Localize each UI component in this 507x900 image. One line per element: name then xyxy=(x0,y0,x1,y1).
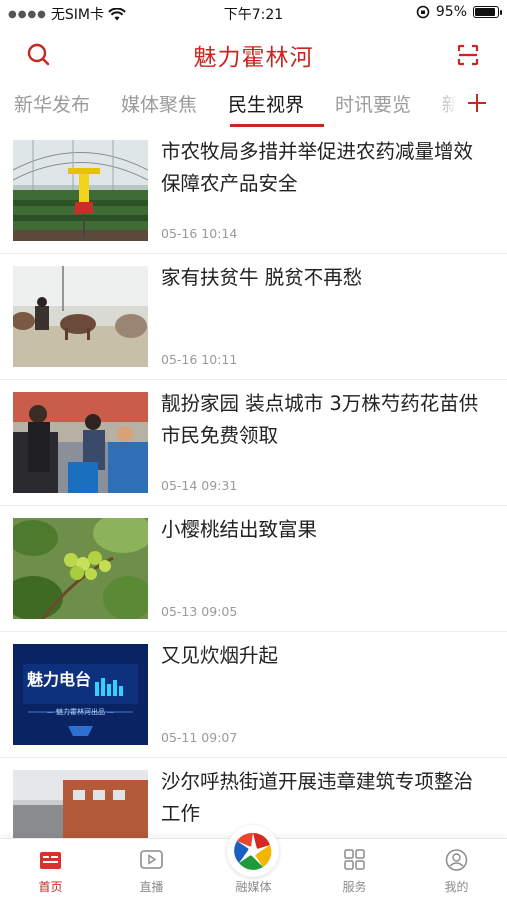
news-thumbnail-cherries xyxy=(13,518,148,619)
tab-livelihood[interactable]: 民生视界 xyxy=(228,90,304,117)
radio-logo-text: 魅力电台 xyxy=(27,670,92,689)
news-time: 05-14 09:31 xyxy=(161,478,238,493)
news-title[interactable]: 市农牧局多措并举促进农药减量增效 保障农产品安全 xyxy=(161,136,491,200)
news-title[interactable]: 靓扮家园 装点城市 3万株芍药花苗供市民免费领取 xyxy=(161,388,491,452)
status-right: 95% xyxy=(416,4,502,20)
news-time: 05-16 10:11 xyxy=(161,352,238,367)
app-header: 魅力霍林河 xyxy=(0,26,507,82)
scan-icon xyxy=(457,44,479,66)
category-tabs: 新华发布 媒体聚焦 民生视界 时讯要览 新 xyxy=(0,84,507,128)
add-tab-button[interactable] xyxy=(457,84,497,124)
orientation-lock-icon xyxy=(416,5,430,19)
news-title[interactable]: 小樱桃结出致富果 xyxy=(161,514,491,546)
tab-media-focus[interactable]: 媒体聚焦 xyxy=(121,90,197,117)
active-tab-indicator xyxy=(230,124,324,127)
news-time: 05-13 09:05 xyxy=(161,604,238,619)
radio-sub-text: — 魅力霍林河出品 — xyxy=(46,708,115,716)
tab-news-brief[interactable]: 时讯要览 xyxy=(335,90,411,117)
home-icon xyxy=(40,852,61,869)
news-time: 05-11 09:07 xyxy=(161,730,238,745)
plus-icon xyxy=(468,94,486,112)
battery-fill xyxy=(475,8,495,16)
list-item[interactable]: 靓扮家园 装点城市 3万株芍药花苗供市民免费领取 05-14 09:31 xyxy=(0,380,507,505)
list-item[interactable]: 市农牧局多措并举促进农药减量增效 保障农产品安全 05-16 10:14 xyxy=(0,128,507,253)
nav-label: 首页 xyxy=(38,880,63,894)
nav-profile[interactable]: 我的 xyxy=(406,839,507,900)
grid-icon xyxy=(344,849,365,870)
news-title[interactable]: 沙尔呼热街道开展违章建筑专项整治工作 xyxy=(161,766,491,830)
news-thumbnail-greenhouse xyxy=(13,140,148,241)
live-play-icon xyxy=(140,850,163,869)
tab-fade xyxy=(437,84,457,124)
news-title[interactable]: 又见炊烟升起 xyxy=(161,640,491,672)
battery-percent: 95% xyxy=(435,4,467,20)
news-title[interactable]: 家有扶贫牛 脱贫不再愁 xyxy=(161,262,491,294)
battery-icon xyxy=(473,6,502,18)
list-item[interactable]: 小樱桃结出致富果 05-13 09:05 xyxy=(0,506,507,631)
list-item[interactable]: 魅力电台 — 魅力霍林河出品 — 又见炊烟升起 05-11 09:07 xyxy=(0,632,507,757)
news-thumbnail-radio: 魅力电台 — 魅力霍林河出品 — xyxy=(13,644,148,745)
news-thumbnail-flower-giveaway xyxy=(13,392,148,493)
nav-label: 我的 xyxy=(444,880,469,894)
nav-label: 直播 xyxy=(139,880,164,894)
scan-button[interactable] xyxy=(453,40,483,70)
nav-label: 服务 xyxy=(342,880,367,894)
news-time: 05-16 10:14 xyxy=(161,226,238,241)
media-logo-icon xyxy=(234,832,272,870)
status-bar: ●●●● 无SIM卡 下午7:21 95% xyxy=(0,0,507,26)
nav-live[interactable]: 直播 xyxy=(101,839,202,900)
media-logo-button[interactable] xyxy=(227,825,279,877)
tab-xinhua[interactable]: 新华发布 xyxy=(14,90,90,117)
user-icon xyxy=(445,849,468,871)
page-title: 魅力霍林河 xyxy=(193,45,314,71)
nav-home[interactable]: 首页 xyxy=(0,839,101,900)
news-thumbnail-cattle xyxy=(13,266,148,367)
list-item[interactable]: 家有扶贫牛 脱贫不再愁 05-16 10:11 xyxy=(0,254,507,379)
nav-label: 融媒体 xyxy=(235,880,272,894)
nav-services[interactable]: 服务 xyxy=(304,839,405,900)
